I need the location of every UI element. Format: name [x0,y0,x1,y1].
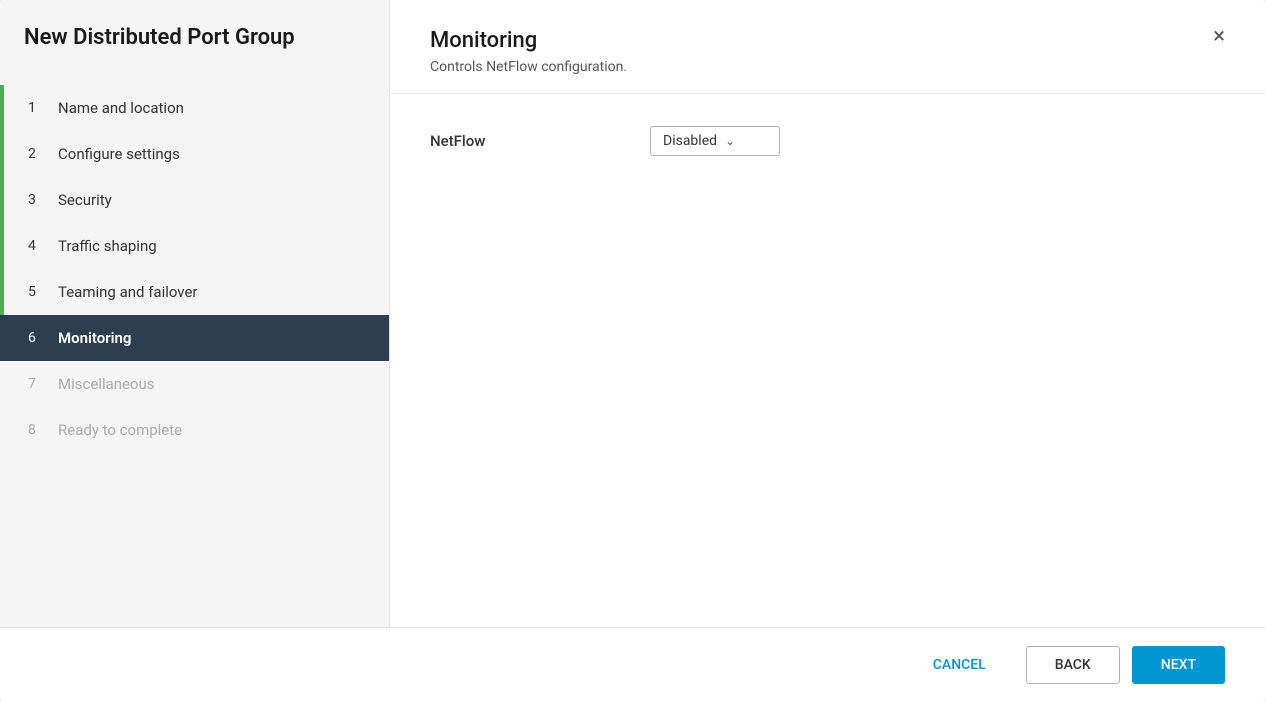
step-number-6: 6 [28,330,46,346]
netflow-value: Disabled [663,133,717,149]
sidebar-item-miscellaneous: 7 Miscellaneous [0,361,389,407]
sidebar-item-security[interactable]: 3 Security [0,177,389,223]
new-distributed-port-group-dialog: New Distributed Port Group 1 Name and lo… [0,0,1265,702]
back-button[interactable]: BACK [1026,646,1120,684]
sidebar-item-teaming-failover[interactable]: 5 Teaming and failover [0,269,389,315]
main-header: Monitoring Controls NetFlow configuratio… [390,0,1265,94]
sidebar-item-label-6: Monitoring [58,329,131,347]
sidebar: New Distributed Port Group 1 Name and lo… [0,0,390,627]
netflow-row: NetFlow Disabled ⌄ [430,126,1225,156]
sidebar-item-label-1: Name and location [58,99,184,117]
step-number-8: 8 [28,422,46,438]
main-header-text: Monitoring Controls NetFlow configuratio… [430,28,627,75]
sidebar-item-configure-settings[interactable]: 2 Configure settings [0,131,389,177]
chevron-down-icon: ⌄ [725,134,735,148]
cancel-button[interactable]: CANCEL [905,647,1014,683]
sidebar-item-monitoring[interactable]: 6 Monitoring [0,315,389,361]
step-number-5: 5 [28,284,46,300]
netflow-label: NetFlow [430,132,650,150]
sidebar-item-label-3: Security [58,191,112,209]
step-number-1: 1 [28,100,46,116]
main-title: Monitoring [430,28,627,53]
close-button[interactable]: × [1213,26,1225,48]
sidebar-item-traffic-shaping[interactable]: 4 Traffic shaping [0,223,389,269]
step-number-3: 3 [28,192,46,208]
main-body: NetFlow Disabled ⌄ [390,94,1265,627]
netflow-control-wrap: Disabled ⌄ [650,126,780,156]
step-number-2: 2 [28,146,46,162]
sidebar-item-label-7: Miscellaneous [58,375,155,393]
sidebar-item-label-2: Configure settings [58,145,180,163]
sidebar-title: New Distributed Port Group [0,24,389,85]
main-content: Monitoring Controls NetFlow configuratio… [390,0,1265,627]
step-number-4: 4 [28,238,46,254]
netflow-select[interactable]: Disabled ⌄ [650,126,780,156]
step-number-7: 7 [28,376,46,392]
dialog-body: New Distributed Port Group 1 Name and lo… [0,0,1265,627]
sidebar-item-label-8: Ready to complete [58,421,182,439]
sidebar-item-label-5: Teaming and failover [58,283,198,301]
dialog-footer: CANCEL BACK NEXT [0,627,1265,702]
sidebar-item-label-4: Traffic shaping [58,237,157,255]
sidebar-item-name-location[interactable]: 1 Name and location [0,85,389,131]
sidebar-item-ready-to-complete: 8 Ready to complete [0,407,389,453]
main-subtitle: Controls NetFlow configuration. [430,59,627,75]
next-button[interactable]: NEXT [1132,646,1225,684]
